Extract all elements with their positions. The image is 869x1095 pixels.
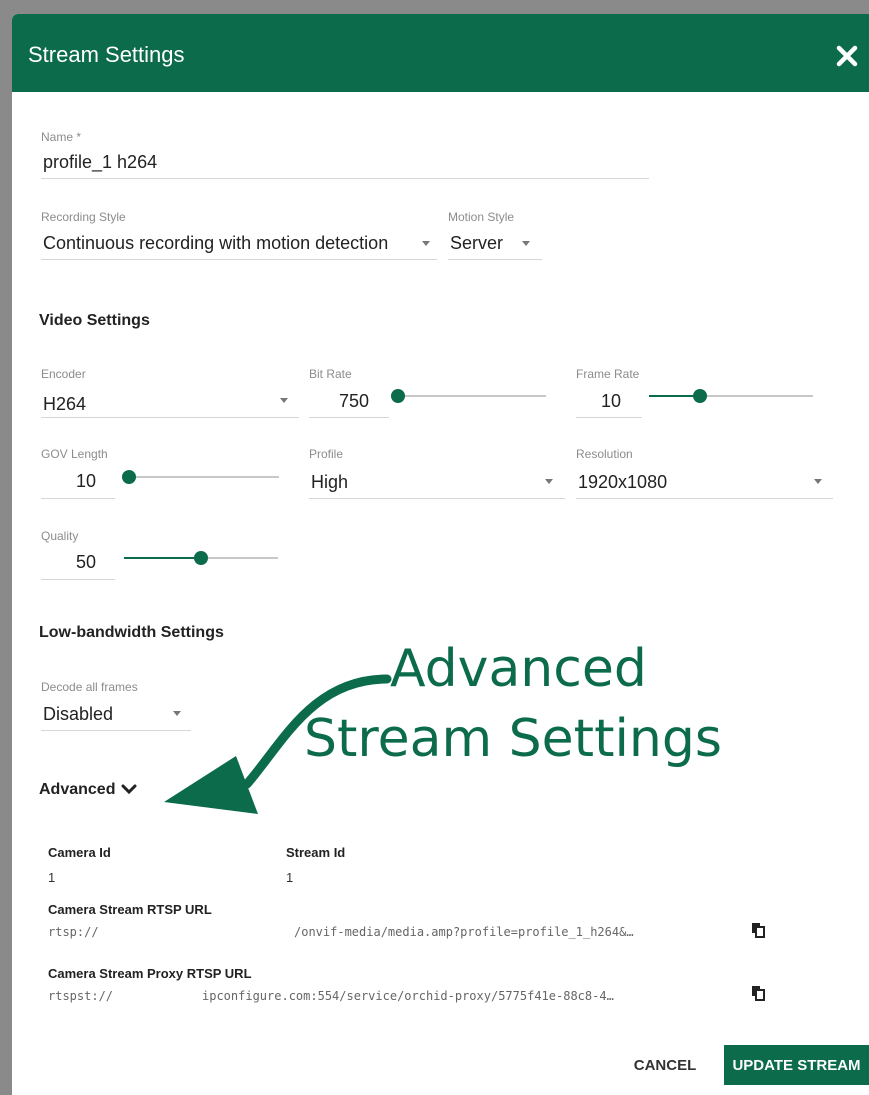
bit-rate-label: Bit Rate — [309, 367, 352, 381]
profile-chevron-down-icon — [545, 479, 553, 484]
stream-id-value: 1 — [286, 870, 294, 885]
quality-input[interactable]: 50 — [76, 552, 96, 573]
name-input[interactable]: profile_1 h264 — [43, 152, 157, 173]
bit-rate-slider-track[interactable] — [398, 395, 546, 397]
quality-label: Quality — [41, 529, 79, 543]
recording-style-label: Recording Style — [41, 210, 126, 224]
frame-rate-underline — [576, 417, 642, 418]
name-underline — [41, 178, 649, 179]
recording-style-select[interactable]: Continuous recording with motion detecti… — [43, 233, 388, 254]
advanced-toggle[interactable]: Advanced — [39, 779, 137, 801]
bit-rate-slider-thumb[interactable] — [391, 389, 405, 403]
frame-rate-input[interactable]: 10 — [601, 391, 621, 412]
profile-select[interactable]: High — [311, 472, 348, 493]
recording-style-chevron-down-icon — [422, 241, 430, 246]
rtsp-url-label: Camera Stream RTSP URL — [48, 902, 212, 917]
recording-style-underline — [41, 259, 437, 260]
quality-slider-fill — [124, 557, 201, 559]
resolution-chevron-down-icon — [814, 479, 822, 484]
copy-proxy-url-icon[interactable] — [750, 985, 766, 1001]
gov-length-underline — [41, 498, 115, 499]
proxy-url-prefix: rtspst:// — [48, 989, 114, 1003]
encoder-underline — [41, 417, 299, 418]
gov-length-label: GOV Length — [41, 447, 108, 461]
dialog-header: Stream Settings — [12, 14, 869, 92]
encoder-label: Encoder — [41, 367, 86, 381]
decode-all-frames-select[interactable]: Disabled — [43, 704, 113, 725]
proxy-url-path: ipconfigure.com:554/service/orchid-proxy… — [202, 989, 614, 1003]
rtsp-url-path: /onvif-media/media.amp?profile=profile_1… — [294, 925, 634, 939]
chevron-down-icon — [121, 784, 137, 795]
motion-style-label: Motion Style — [448, 210, 515, 224]
rtsp-url-prefix: rtsp:// — [48, 925, 99, 939]
copy-rtsp-url-icon[interactable] — [750, 922, 766, 938]
motion-style-chevron-down-icon — [522, 241, 530, 246]
stream-id-label: Stream Id — [286, 845, 346, 860]
gov-length-slider-track[interactable] — [129, 476, 279, 478]
frame-rate-slider-thumb[interactable] — [693, 389, 707, 403]
dialog-title: Stream Settings — [28, 42, 185, 67]
update-stream-button[interactable]: UPDATE STREAM — [724, 1045, 869, 1085]
bit-rate-underline — [309, 417, 389, 418]
cancel-button[interactable]: CANCEL — [620, 1049, 710, 1081]
gov-length-input[interactable]: 10 — [76, 471, 96, 492]
low-bandwidth-heading: Low-bandwidth Settings — [39, 624, 224, 641]
video-settings-heading: Video Settings — [39, 312, 150, 329]
advanced-label: Advanced — [39, 781, 116, 798]
resolution-select[interactable]: 1920x1080 — [578, 472, 667, 493]
stream-settings-dialog: Stream Settings Name * profile_1 h264 Re… — [12, 14, 869, 1095]
encoder-select[interactable]: H264 — [43, 394, 86, 415]
camera-id-value: 1 — [48, 870, 56, 885]
close-icon[interactable] — [835, 44, 859, 68]
annotation-line-1: Advanced — [390, 639, 647, 699]
profile-underline — [309, 498, 565, 499]
proxy-url-label: Camera Stream Proxy RTSP URL — [48, 966, 252, 981]
decode-all-frames-label: Decode all frames — [41, 680, 138, 694]
frame-rate-label: Frame Rate — [576, 367, 640, 381]
encoder-chevron-down-icon — [280, 398, 288, 403]
bit-rate-input[interactable]: 750 — [339, 391, 369, 412]
camera-id-label: Camera Id — [48, 845, 111, 860]
profile-label: Profile — [309, 447, 344, 461]
motion-style-select[interactable]: Server — [450, 233, 503, 254]
annotation-line-2: Stream Settings — [304, 709, 722, 769]
gov-length-slider-thumb[interactable] — [122, 470, 136, 484]
quality-underline — [41, 579, 115, 580]
resolution-underline — [576, 498, 833, 499]
name-label: Name * — [41, 130, 82, 144]
quality-slider-thumb[interactable] — [194, 551, 208, 565]
resolution-label: Resolution — [576, 447, 633, 461]
motion-style-underline — [448, 259, 542, 260]
